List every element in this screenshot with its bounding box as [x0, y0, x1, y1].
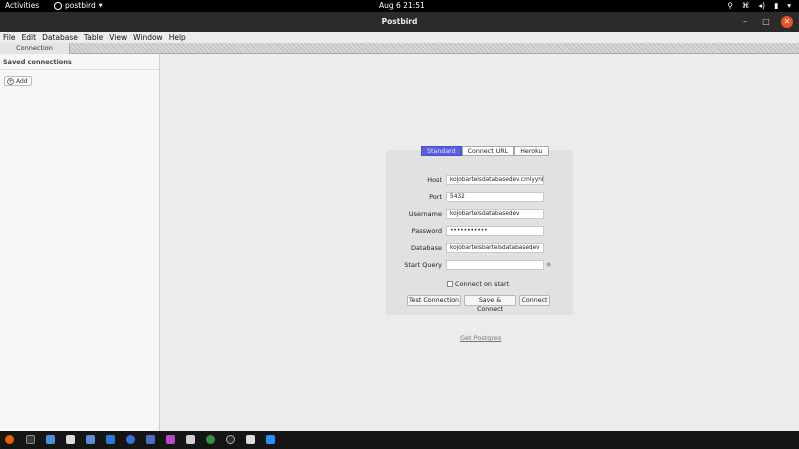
menu-bar: File Edit Database Table View Window Hel… [0, 32, 799, 43]
sidebar: Saved connections + Add [0, 54, 160, 431]
connection-mode-tabs: Standard Connect URL Heroku [421, 146, 549, 156]
port-row: Port 5432 [386, 192, 573, 202]
host-label: Host [427, 176, 442, 184]
system-menu-icon[interactable]: ▾ [787, 1, 791, 10]
postbird-dock-icon[interactable] [246, 435, 255, 444]
close-icon[interactable]: ✕ [781, 16, 793, 28]
username-input[interactable]: kojobartelsdatabasedev [446, 209, 544, 219]
start-query-row: Start Query ◉ [386, 260, 573, 270]
zoom-icon[interactable] [266, 435, 275, 444]
firefox-icon[interactable] [5, 435, 14, 444]
menu-view[interactable]: View [109, 32, 127, 43]
menu-database[interactable]: Database [42, 32, 78, 43]
start-query-label: Start Query [404, 261, 442, 269]
vscode-icon[interactable] [106, 435, 115, 444]
battery-icon[interactable]: ▮ [774, 1, 778, 10]
menu-help[interactable]: Help [169, 32, 186, 43]
chromium-app-icon[interactable] [126, 435, 135, 444]
window-titlebar: Postbird – □ ✕ [0, 12, 799, 32]
mode-tab-connect-url[interactable]: Connect URL [461, 146, 515, 156]
eye-icon[interactable]: ◉ [546, 261, 551, 268]
main-area: Standard Connect URL Heroku Host kojobar… [161, 54, 799, 431]
host-row: Host kojobartelsdatabasedev.cmlyynbcg [386, 175, 573, 185]
system-tray[interactable]: ⚲ ⌘ ◂) ▮ ▾ [727, 1, 791, 10]
connect-button[interactable]: Connect [519, 295, 550, 306]
files-icon[interactable] [46, 435, 55, 444]
terminal-icon[interactable] [26, 435, 35, 444]
network-icon[interactable]: ⌘ [742, 1, 750, 10]
connection-form-panel: Standard Connect URL Heroku Host kojobar… [386, 146, 573, 315]
tab-strip: Connection [0, 43, 799, 54]
menu-table[interactable]: Table [84, 32, 103, 43]
password-label: Password [411, 227, 442, 235]
chevron-down-icon: ▼ [98, 2, 103, 9]
documents-icon[interactable] [146, 435, 155, 444]
app-menu[interactable]: postbird ▼ [54, 1, 103, 10]
app-menu-label: postbird [65, 1, 96, 10]
username-row: Username kojobartelsdatabasedev [386, 209, 573, 219]
password-input[interactable]: ••••••••••• [446, 226, 544, 236]
clock[interactable]: Aug 6 21:51 [379, 1, 425, 10]
spotify-icon[interactable] [226, 435, 235, 444]
volume-icon[interactable]: ◂) [758, 1, 765, 10]
save-and-connect-button[interactable]: Save & Connect [464, 295, 516, 313]
get-postgres-link[interactable]: Get Postgres [460, 334, 501, 342]
connect-on-start-row: Connect on start [447, 280, 509, 288]
port-input[interactable]: 5432 [446, 192, 544, 202]
add-connection-label: Add [16, 77, 28, 85]
database-input[interactable]: kojobartelsbartelsdatabasedev [446, 243, 544, 253]
sidebar-heading: Saved connections [0, 54, 159, 70]
screenshot-icon[interactable] [66, 435, 75, 444]
activities-button[interactable]: Activities [5, 1, 39, 10]
media-icon[interactable] [166, 435, 175, 444]
accessibility-icon[interactable]: ⚲ [727, 1, 733, 10]
menu-window[interactable]: Window [133, 32, 163, 43]
minimize-icon[interactable]: – [739, 16, 751, 28]
menu-edit[interactable]: Edit [22, 32, 37, 43]
gnome-top-bar: Activities postbird ▼ Aug 6 21:51 ⚲ ⌘ ◂)… [0, 0, 799, 12]
password-row: Password ••••••••••• [386, 226, 573, 236]
connect-on-start-checkbox[interactable] [447, 281, 453, 287]
connect-on-start-label: Connect on start [455, 280, 510, 288]
maximize-icon[interactable]: □ [760, 16, 772, 28]
mode-tab-standard[interactable]: Standard [421, 146, 462, 156]
host-input[interactable]: kojobartelsdatabasedev.cmlyynbcg [446, 175, 544, 185]
mode-tab-heroku[interactable]: Heroku [514, 146, 549, 156]
start-query-input[interactable] [446, 260, 544, 270]
username-label: Username [408, 210, 442, 218]
add-connection-button[interactable]: + Add [4, 76, 32, 86]
plus-circle-icon: + [7, 77, 14, 85]
database-label: Database [410, 244, 442, 252]
port-label: Port [429, 193, 442, 201]
chrome-remote-icon[interactable] [86, 435, 95, 444]
database-row: Database kojobartelsbartelsdatabasedev [386, 243, 573, 253]
tab-connection[interactable]: Connection [0, 43, 70, 54]
chrome-icon[interactable] [206, 435, 215, 444]
window-controls: – □ ✕ [739, 16, 793, 28]
window-title: Postbird [381, 17, 418, 26]
test-connection-button[interactable]: Test Connection [407, 295, 461, 306]
taskbar [0, 431, 799, 449]
postbird-app-icon [54, 1, 62, 10]
menu-file[interactable]: File [3, 32, 16, 43]
tiles-icon[interactable] [186, 435, 195, 444]
